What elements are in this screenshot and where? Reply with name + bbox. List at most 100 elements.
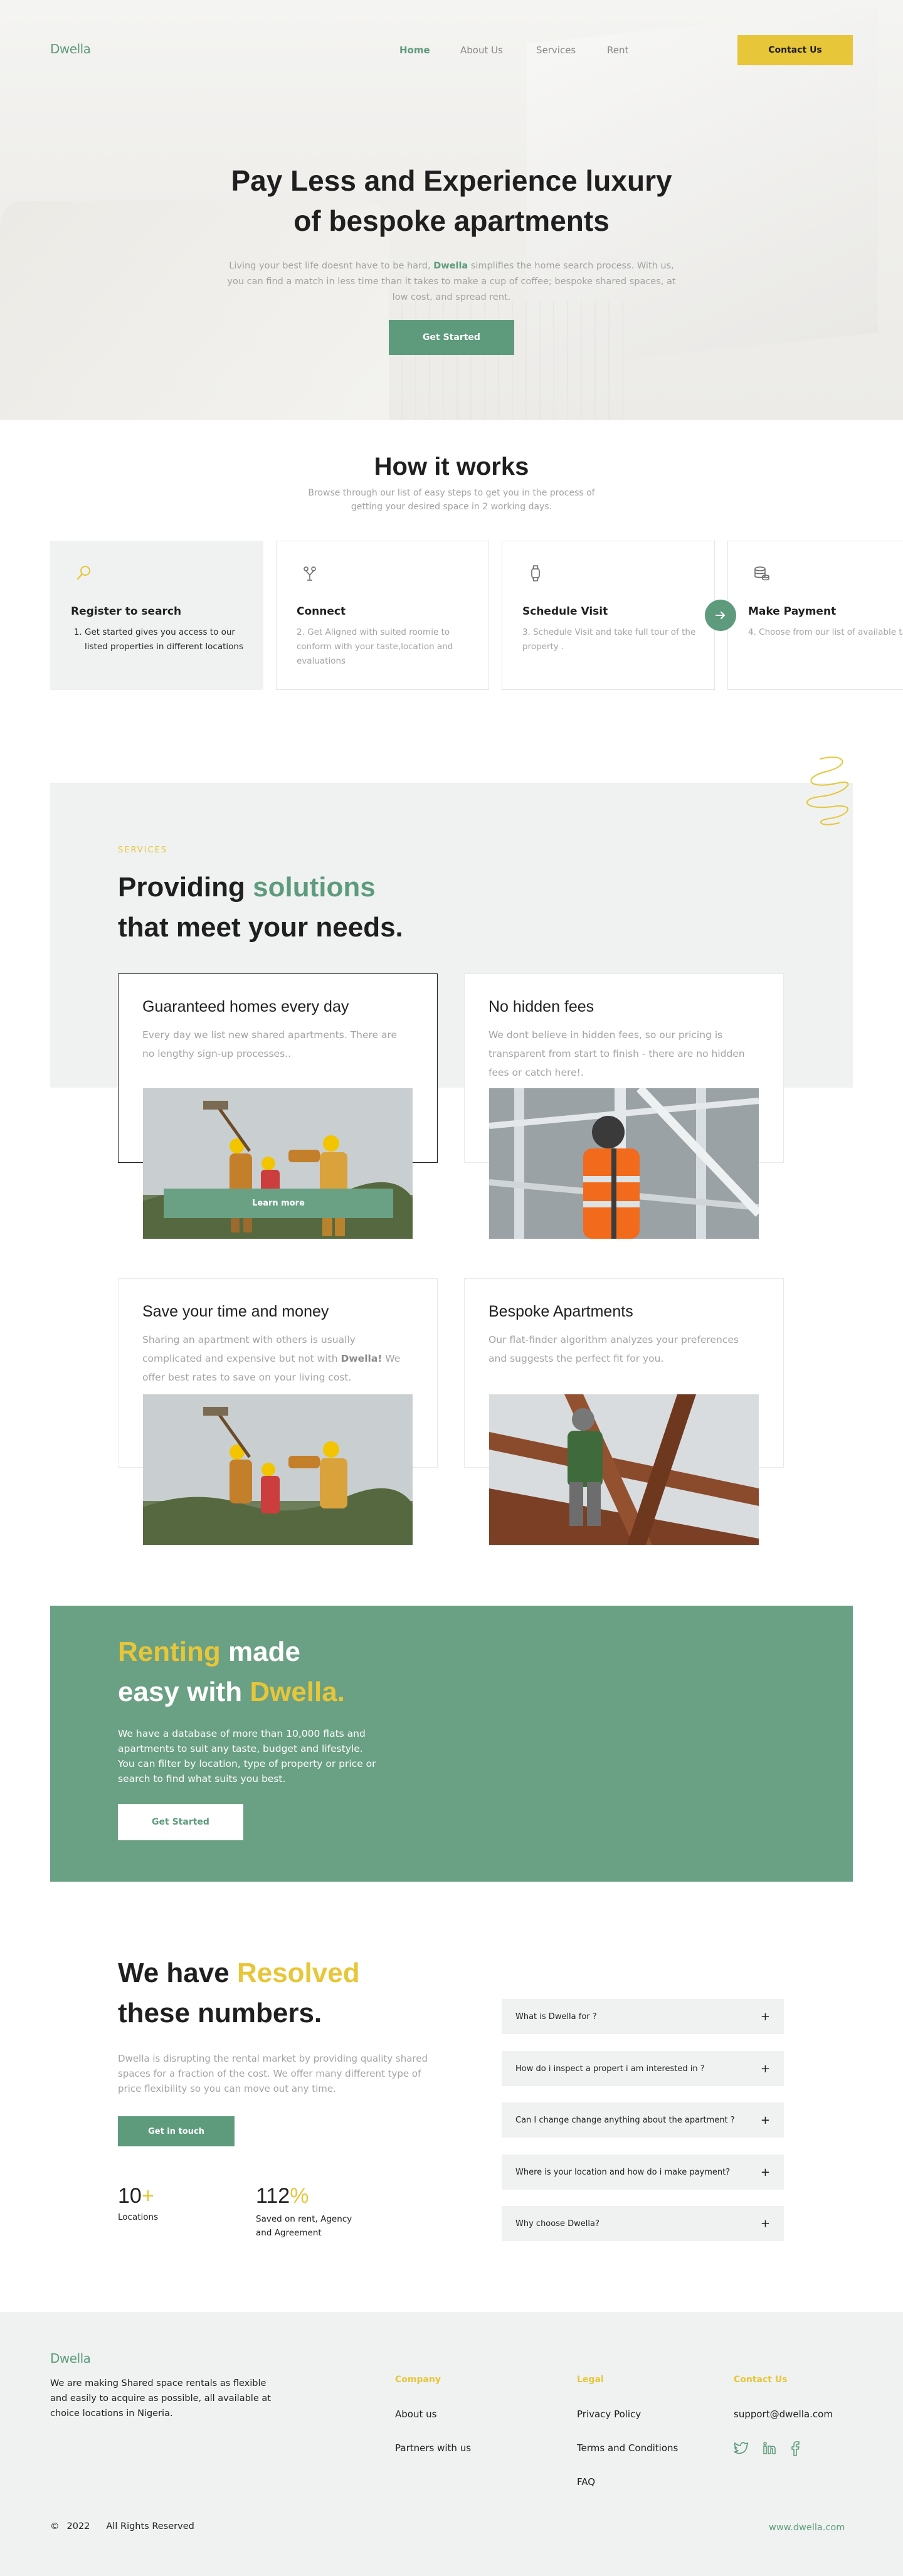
step-description: 4. Choose from our list of available tar…: [748, 627, 903, 637]
copyright-icon: ©: [50, 2521, 60, 2531]
learn-more-button[interactable]: Learn more: [164, 1189, 393, 1218]
renting-get-started-button[interactable]: Get Started: [118, 1804, 243, 1840]
plus-icon: +: [760, 2010, 770, 2023]
nav-services[interactable]: Services: [536, 45, 576, 56]
hero-title-line1: Pay Less and Experience luxury: [231, 164, 672, 197]
get-in-touch-button[interactable]: Get in touch: [118, 2116, 235, 2146]
how-it-works-subtitle: Browse through our list of easy steps to…: [308, 488, 595, 512]
service-card-description: We dont believe in hidden fees, so our p…: [488, 1029, 745, 1078]
contact-us-button[interactable]: Contact Us: [737, 35, 853, 65]
footer-link-terms[interactable]: Terms and Conditions: [577, 2442, 678, 2454]
service-card-description: Our flat-finder algorithm analyzes your …: [488, 1334, 739, 1364]
faq-question: How do i inspect a propert i am interest…: [515, 2064, 705, 2074]
numbers-title-text: We have: [118, 1958, 237, 1988]
step-card-register[interactable]: Register to search Get started gives you…: [50, 541, 263, 690]
renting-title-text-2: easy with: [118, 1677, 250, 1707]
renting-title-text: made: [220, 1636, 300, 1667]
footer-email[interactable]: support@dwella.com: [734, 2409, 833, 2420]
renting-title-brand: Dwella.: [250, 1677, 345, 1707]
hero-section: Dwella Home About Us Services Rent Conta…: [0, 0, 903, 420]
footer-logo[interactable]: Dwella: [50, 2351, 91, 2366]
nav-about-us[interactable]: About Us: [460, 45, 503, 56]
stat-label: Saved on rent, Agency and Agreement: [256, 2214, 352, 2238]
stat-label: Locations: [118, 2212, 159, 2222]
plus-icon: +: [760, 2113, 770, 2127]
facebook-icon[interactable]: [790, 2441, 800, 2456]
footer-copyright: © 2022 All Rights Reserved: [50, 2521, 194, 2531]
footer-link-partners[interactable]: Partners with us: [395, 2442, 471, 2454]
how-it-works-title: How it works: [374, 453, 529, 480]
hero-background-rug: [401, 301, 627, 420]
twitter-icon[interactable]: [734, 2441, 749, 2455]
linkedin-icon[interactable]: [763, 2441, 776, 2455]
stat-suffix: %: [290, 2184, 309, 2208]
stat-value: 10+: [118, 2184, 158, 2208]
hero-subtitle-brand: Dwella: [433, 261, 468, 271]
stat-value: 112%: [256, 2184, 369, 2208]
service-card-description: Every day we list new shared apartments.…: [142, 1029, 398, 1059]
hero-get-started-button[interactable]: Get Started: [389, 320, 514, 355]
nav-rent[interactable]: Rent: [607, 45, 628, 56]
faq-item[interactable]: Where is your location and how do i make…: [502, 2155, 784, 2190]
renting-description: We have a database of more than 10,000 f…: [118, 1728, 376, 1784]
copyright-text: All Rights Reserved: [106, 2521, 194, 2531]
step-card-make-payment[interactable]: Make Payment 4. Choose from our list of …: [727, 541, 903, 690]
coins-icon: [754, 566, 769, 581]
faq-question: Why choose Dwella?: [515, 2218, 599, 2229]
faq-question: What is Dwella for ?: [515, 2012, 597, 2022]
service-card-description: Sharing an apartment with others is usua…: [142, 1330, 406, 1387]
hero-title: Pay Less and Experience luxury of bespok…: [169, 161, 734, 241]
faq-item[interactable]: What is Dwella for ? +: [502, 1999, 784, 2034]
stat-number: 10: [118, 2184, 142, 2208]
footer-company-heading: Company: [395, 2375, 441, 2385]
plus-icon: +: [760, 2217, 770, 2230]
arrow-right-icon: [716, 612, 725, 619]
faq-item[interactable]: Why choose Dwella? +: [502, 2206, 784, 2241]
services-title-text: Providing: [118, 872, 253, 903]
footer-link-privacy[interactable]: Privacy Policy: [577, 2409, 641, 2420]
stat-locations: 10+ Locations: [118, 2184, 158, 2222]
hero-title-line2: of bespoke apartments: [293, 204, 610, 237]
step-title: Schedule Visit: [522, 605, 608, 618]
services-title-accent: solutions: [253, 872, 376, 903]
step-description-item: Get started gives you access to our list…: [85, 625, 248, 654]
stat-saved-on-rent: 112% Saved on rent, Agency and Agreement: [256, 2184, 369, 2240]
service-card-title: Save your time and money: [142, 1303, 329, 1320]
numbers-title: We have Resolved these numbers.: [118, 1953, 360, 2033]
next-step-button[interactable]: [705, 600, 736, 631]
service-card-title: Guaranteed homes every day: [142, 998, 349, 1015]
stat-number: 112: [256, 2184, 290, 2208]
faq-item[interactable]: How do i inspect a propert i am interest…: [502, 2051, 784, 2086]
footer-link-about-us[interactable]: About us: [395, 2409, 436, 2420]
step-title: Make Payment: [748, 605, 837, 618]
hero-subtitle-text: Living your best life doesnt have to be …: [229, 261, 434, 271]
plus-icon: +: [760, 2062, 770, 2075]
footer-website-link[interactable]: www.dwella.com: [769, 2523, 845, 2533]
scribble-decoration-icon: [806, 756, 849, 825]
copyright-year: 2022: [66, 2521, 90, 2531]
faq-question: Where is your location and how do i make…: [515, 2167, 731, 2177]
services-title-line2: that meet your needs.: [118, 912, 403, 943]
step-card-schedule-visit[interactable]: Schedule Visit 3. Schedule Visit and tak…: [502, 541, 715, 690]
service-photo-scaffolding: [489, 1088, 759, 1239]
service-photo-steel-beams: [489, 1394, 759, 1545]
service-card-title: Bespoke Apartments: [488, 1303, 633, 1320]
nav-home[interactable]: Home: [399, 45, 430, 56]
footer-tagline: We are making Shared space rentals as fl…: [50, 2378, 271, 2419]
step-description: Get started gives you access to our list…: [71, 625, 248, 654]
faq-item[interactable]: Can I change change anything about the a…: [502, 2102, 784, 2138]
footer: Dwella We are making Shared space rental…: [0, 2312, 903, 2576]
services-title: Providing solutions that meet your needs…: [118, 867, 403, 948]
service-photo-workers-2: [143, 1394, 413, 1545]
services-eyebrow: SERVICES: [118, 845, 168, 855]
renting-title-accent: Renting: [118, 1636, 221, 1667]
social-links: [734, 2441, 800, 2456]
logo[interactable]: Dwella: [50, 41, 91, 56]
faq-question: Can I change change anything about the a…: [515, 2115, 735, 2125]
footer-link-faq[interactable]: FAQ: [577, 2476, 595, 2488]
service-card-title: No hidden fees: [488, 998, 594, 1015]
service-card-description-text: Sharing an apartment with others is usua…: [142, 1334, 356, 1364]
service-card-description-brand: Dwella!: [341, 1353, 383, 1364]
numbers-title-accent: Resolved: [236, 1958, 360, 1988]
step-card-connect[interactable]: Connect 2. Get Aligned with suited roomi…: [276, 541, 489, 690]
